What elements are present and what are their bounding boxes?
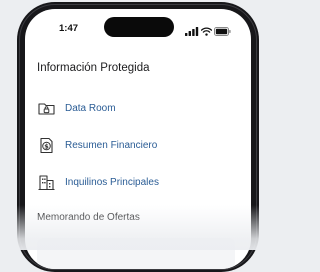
svg-text:$: $ (44, 142, 49, 150)
protected-info-title: Información Protegida (37, 62, 150, 74)
offering-memo-title: Memorando de Ofertas (37, 212, 140, 223)
dollar-document-icon: $ (37, 136, 56, 155)
data-room-link[interactable]: Data Room (37, 98, 237, 120)
status-bar: 1:47 (25, 9, 251, 45)
cellular-signal-icon (185, 23, 199, 36)
main-tenants-link[interactable]: Inquilinos Principales (37, 172, 237, 194)
offering-memo-card[interactable] (37, 238, 235, 269)
wifi-icon (200, 23, 213, 36)
dynamic-island (104, 17, 174, 37)
phone-screen: 1:47 Información Protegida Data Room $ R… (25, 9, 251, 269)
main-tenants-label: Inquilinos Principales (65, 177, 159, 188)
financial-summary-link[interactable]: $ Resumen Financiero (37, 135, 237, 157)
building-icon (37, 173, 56, 192)
folder-lock-icon (37, 99, 56, 118)
financial-summary-label: Resumen Financiero (65, 140, 158, 151)
status-time: 1:47 (59, 23, 79, 34)
battery-icon (214, 23, 231, 36)
data-room-label: Data Room (65, 103, 116, 114)
